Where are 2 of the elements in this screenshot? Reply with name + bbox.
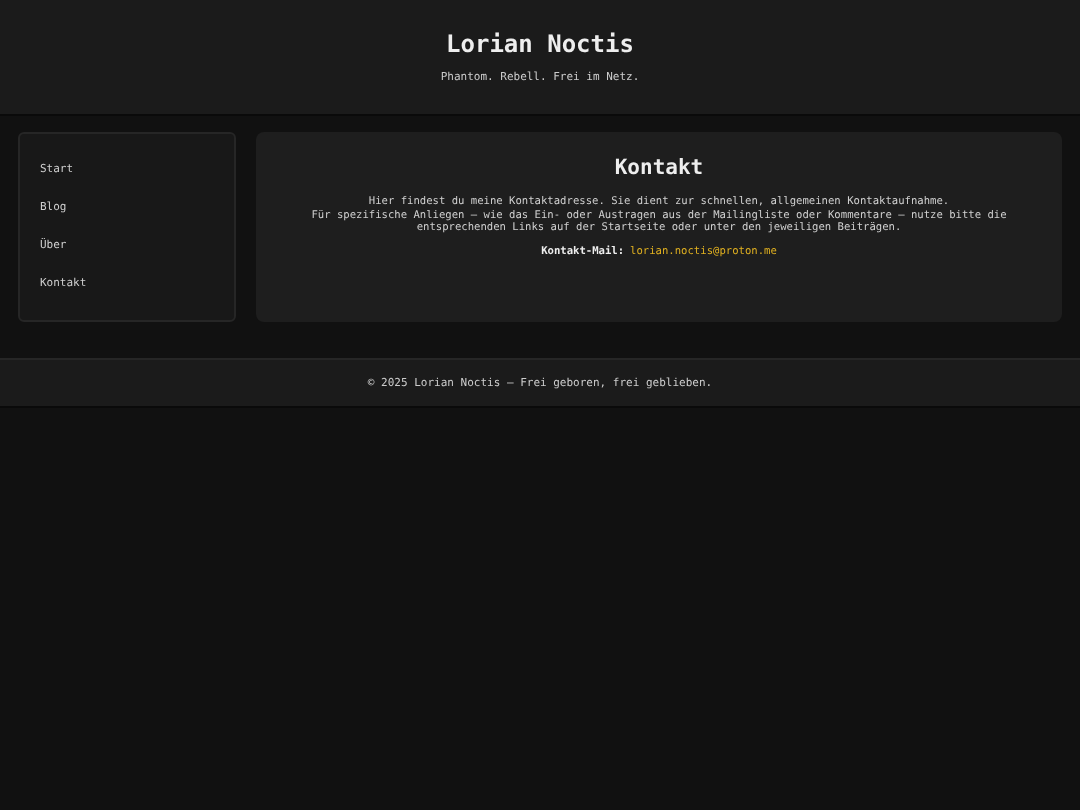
page-heading: Kontakt [612, 156, 706, 180]
site-title: Lorian Noctis [446, 30, 634, 58]
